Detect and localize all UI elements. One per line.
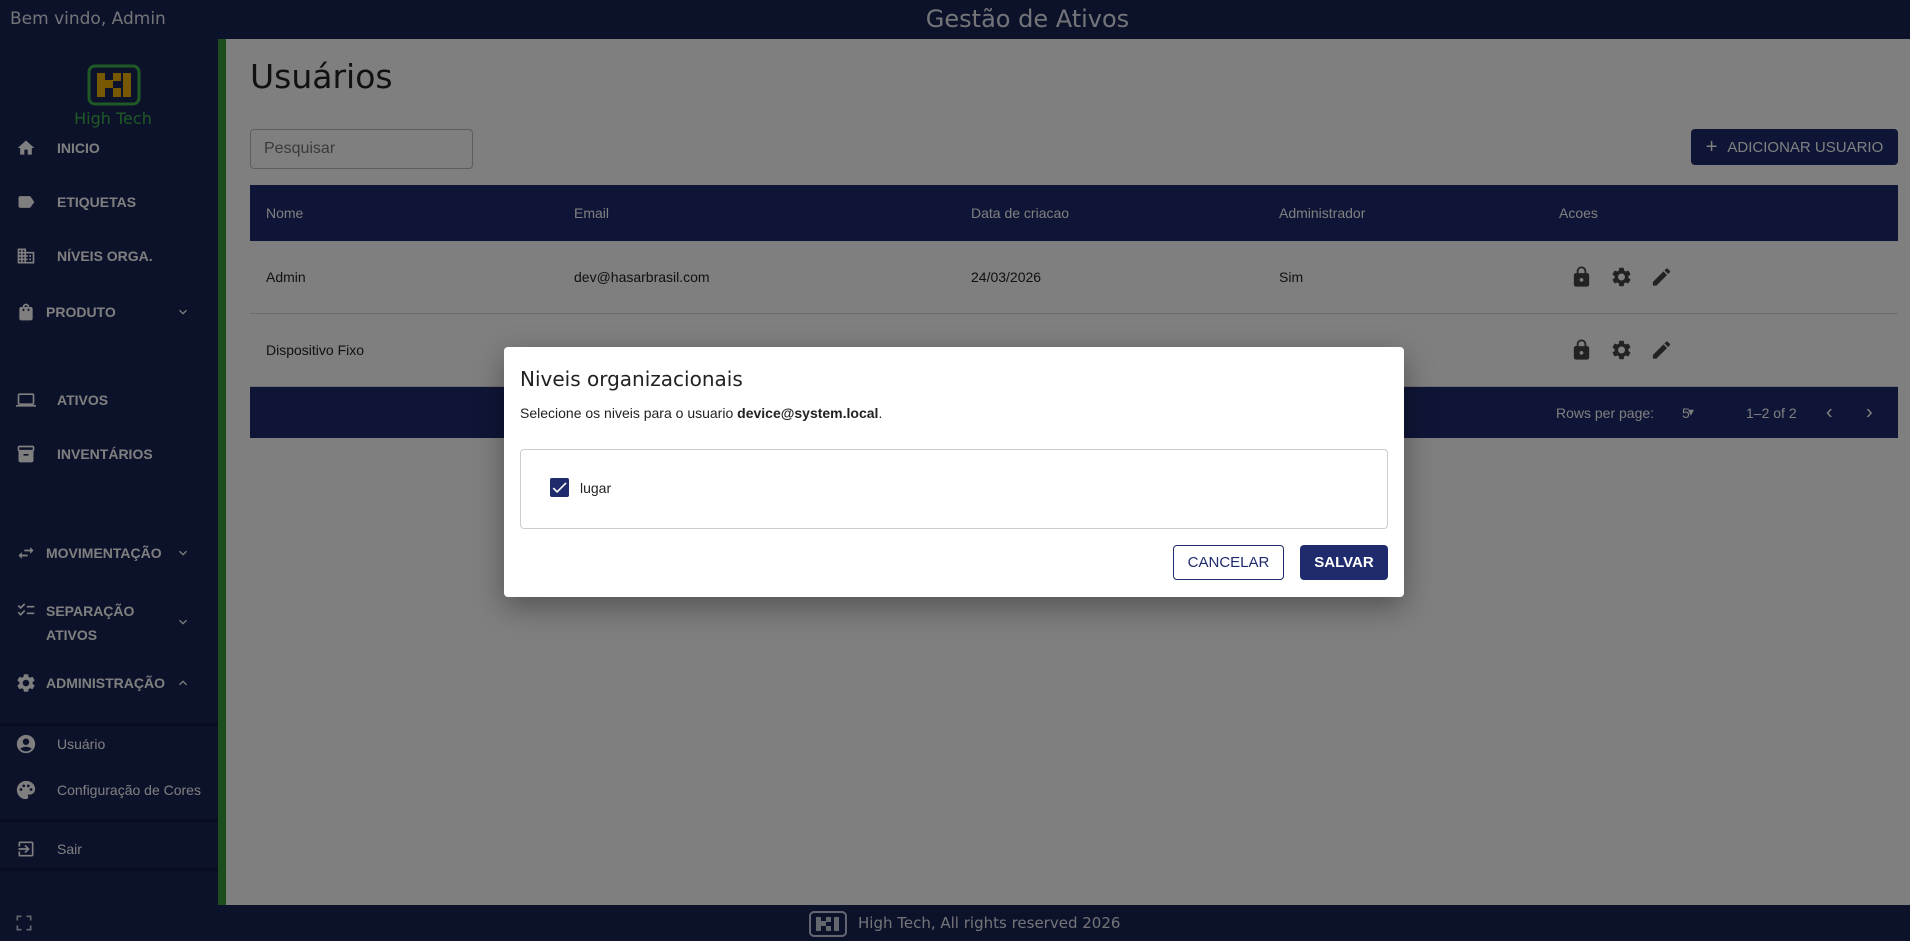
check-icon bbox=[552, 482, 567, 494]
levels-list: lugar bbox=[520, 449, 1388, 529]
dialog-subtitle: Selecione os niveis para o usuario devic… bbox=[520, 405, 882, 421]
dialog-subtitle-prefix: Selecione os niveis para o usuario bbox=[520, 405, 738, 421]
save-button[interactable]: SALVAR bbox=[1300, 545, 1388, 580]
level-checkbox-label[interactable]: lugar bbox=[580, 480, 611, 496]
dialog-subtitle-suffix: . bbox=[878, 405, 883, 421]
cancel-button[interactable]: CANCELAR bbox=[1173, 545, 1284, 580]
dialog-subtitle-user: device@system.local bbox=[737, 405, 879, 421]
org-levels-dialog: Niveis organizacionais Selecione os nive… bbox=[504, 347, 1404, 597]
dialog-title: Niveis organizacionais bbox=[520, 367, 743, 391]
level-checkbox[interactable] bbox=[550, 478, 569, 497]
